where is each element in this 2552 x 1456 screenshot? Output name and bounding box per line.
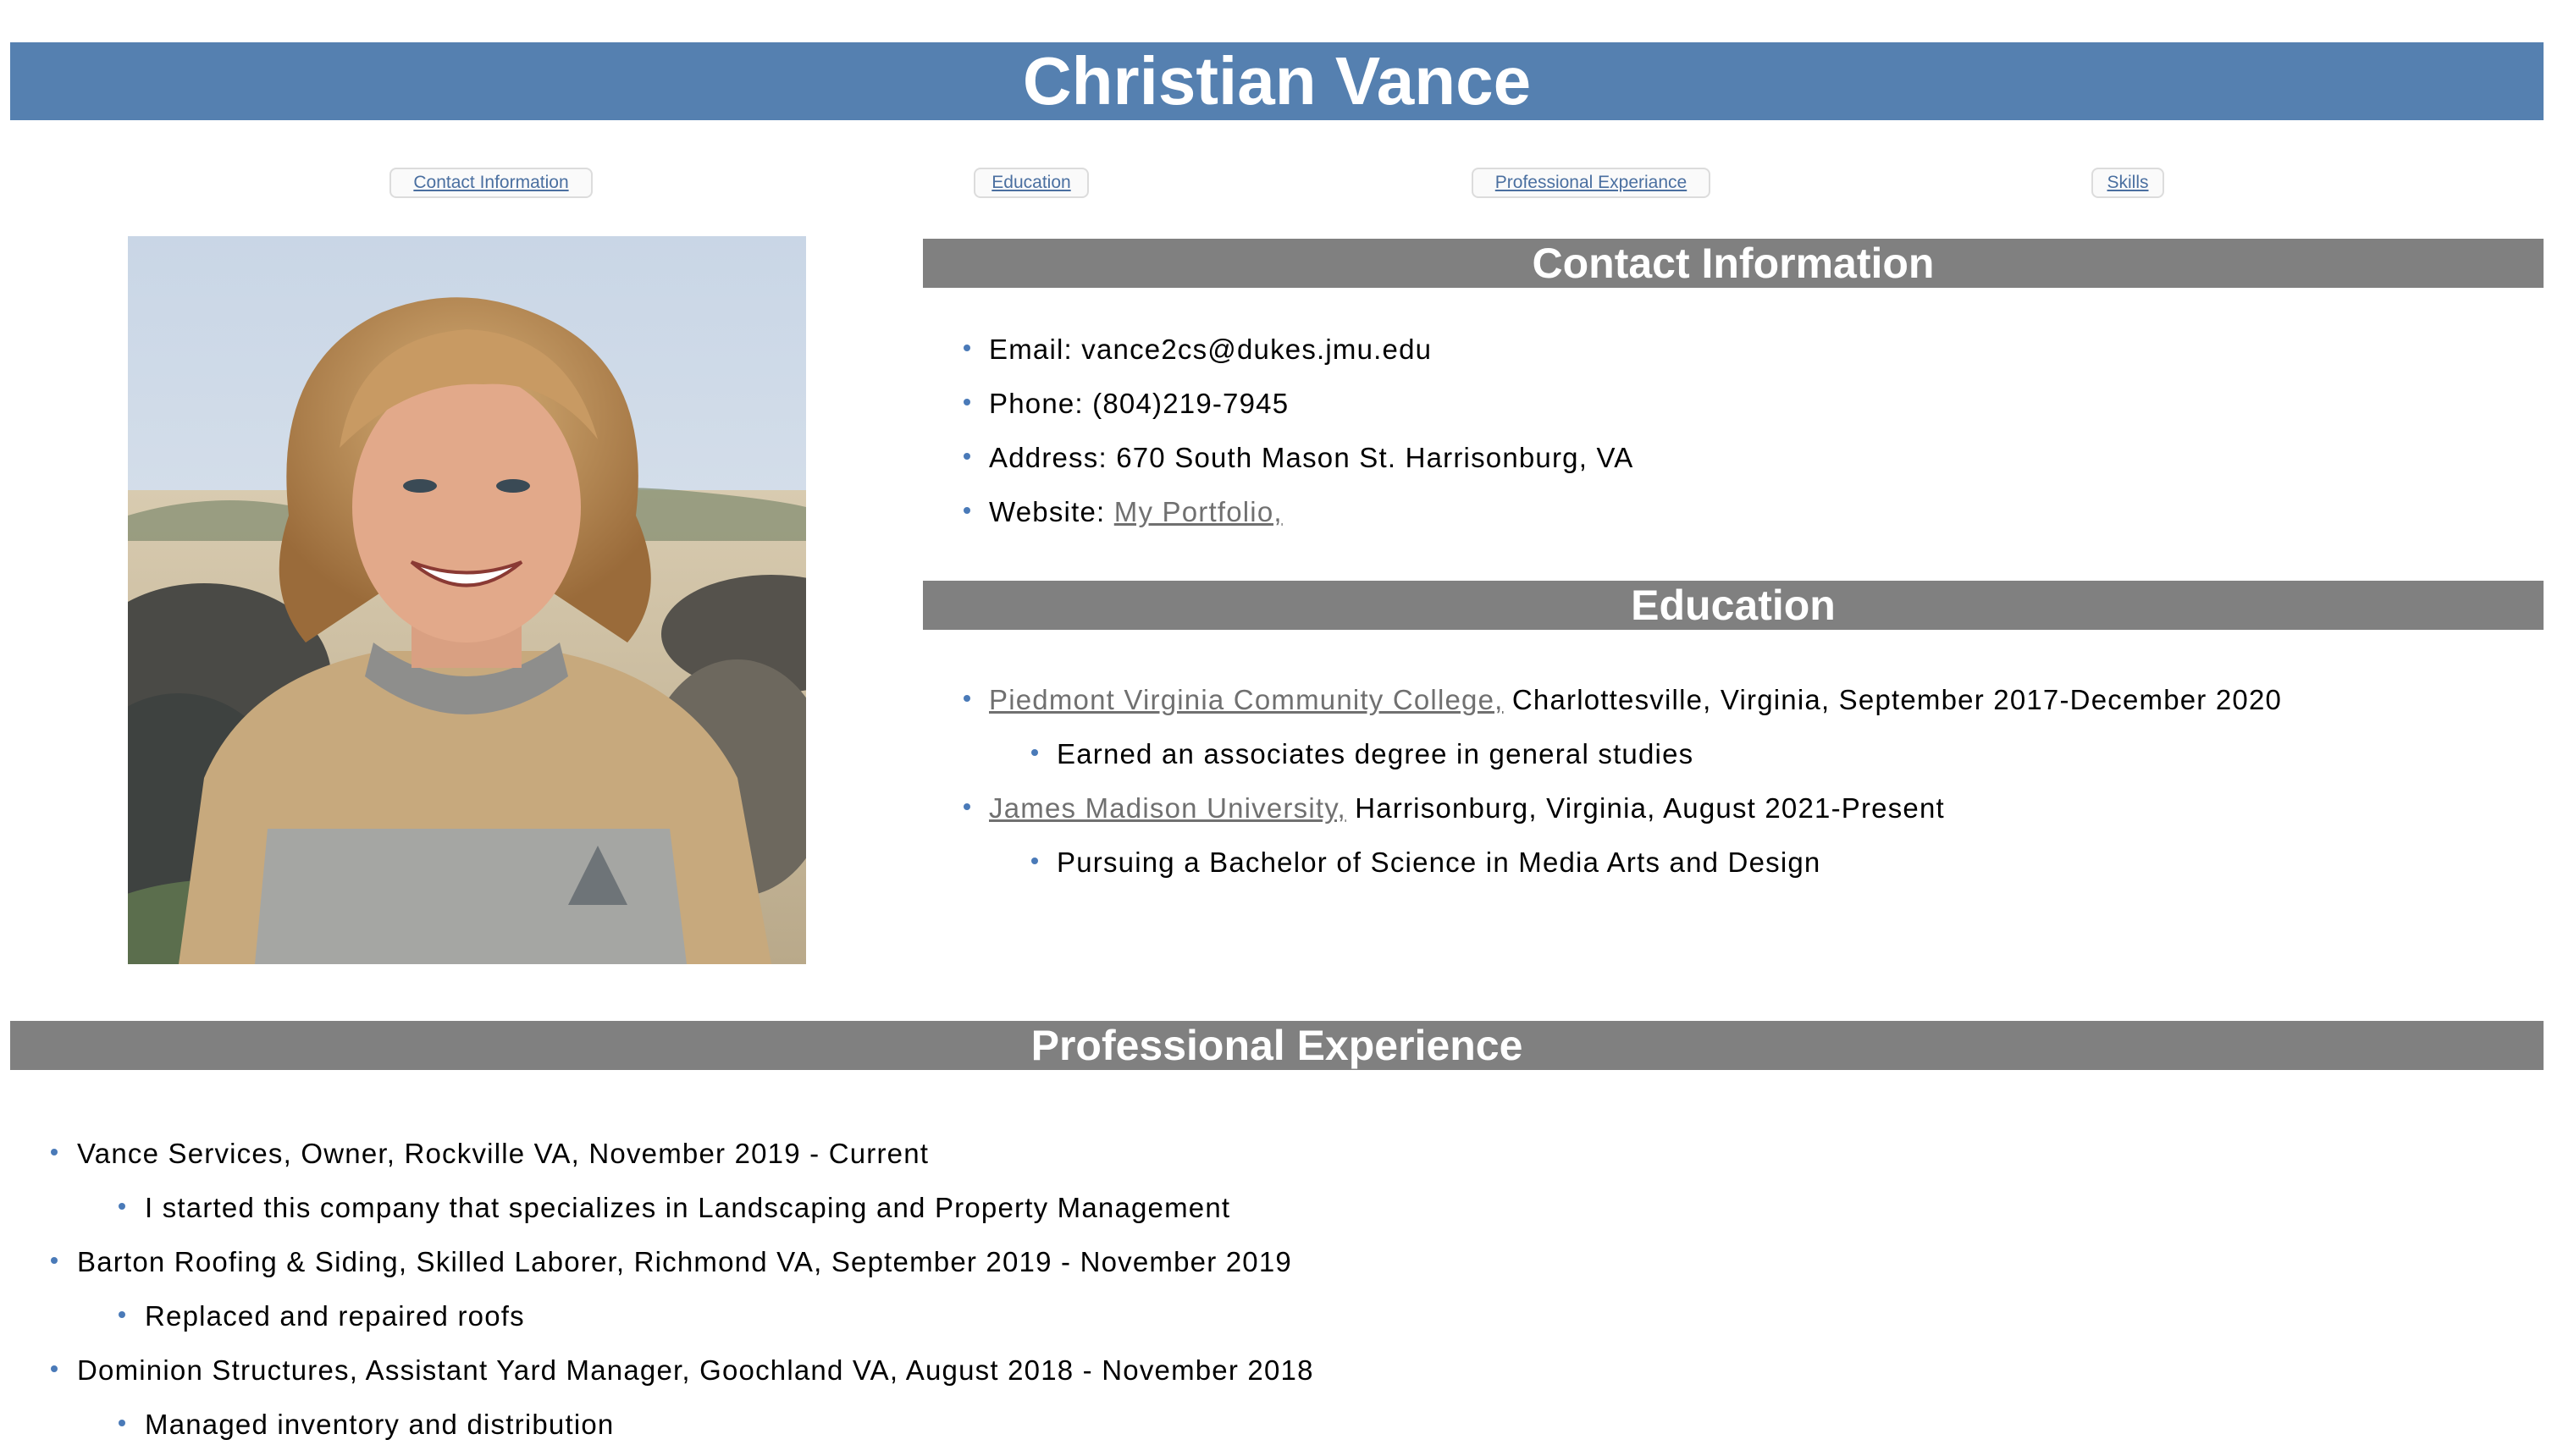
contact-section-header: Contact Information bbox=[923, 239, 2544, 288]
website-label: Website: bbox=[989, 496, 1114, 527]
bullet bbox=[119, 1203, 125, 1210]
bullet bbox=[119, 1420, 125, 1426]
email-label: Email: bbox=[989, 334, 1082, 365]
bullet bbox=[51, 1365, 58, 1372]
email-value: vance2cs@dukes.jmu.edu bbox=[1081, 334, 1433, 365]
bullet bbox=[964, 453, 970, 460]
experience-subitem: Replaced and repaired roofs bbox=[145, 1300, 525, 1332]
nav-skills-button[interactable]: Skills bbox=[2091, 168, 2164, 198]
nav-experience-button[interactable]: Professional Experiance bbox=[1472, 168, 1710, 198]
education-item: James Madison University, Harrisonburg, … bbox=[989, 794, 1945, 822]
bullet bbox=[119, 1311, 125, 1318]
bullet bbox=[964, 345, 970, 351]
address-label: Address: bbox=[989, 442, 1117, 473]
bullet bbox=[51, 1257, 58, 1264]
experience-item: Barton Roofing & Siding, Skilled Laborer… bbox=[77, 1246, 1292, 1277]
education-item: Piedmont Virginia Community College, Cha… bbox=[989, 686, 2282, 714]
education-subitem: Earned an associates degree in general s… bbox=[1057, 738, 1694, 769]
contact-phone: Phone: (804)219-7945 bbox=[989, 389, 1289, 417]
jmu-link[interactable]: James Madison University, bbox=[989, 792, 1346, 824]
contact-heading: Contact Information bbox=[1532, 240, 1935, 287]
phone-value: (804)219-7945 bbox=[1092, 388, 1290, 419]
nav-education-button[interactable]: Education bbox=[974, 168, 1089, 198]
address-value: 670 South Mason St. Harrisonburg, VA bbox=[1116, 442, 1634, 473]
experience-section-header: Professional Experience bbox=[10, 1021, 2544, 1070]
phone-label: Phone: bbox=[989, 388, 1093, 419]
name-banner: Christian Vance bbox=[10, 42, 2544, 120]
experience-item: Dominion Structures, Assistant Yard Mana… bbox=[77, 1354, 1314, 1386]
education-details: Harrisonburg, Virginia, August 2021-Pres… bbox=[1345, 792, 1945, 824]
bullet bbox=[964, 695, 970, 702]
experience-item: Vance Services, Owner, Rockville VA, Nov… bbox=[77, 1138, 930, 1169]
experience-subitem: Managed inventory and distribution bbox=[145, 1409, 615, 1440]
nav-contact-button[interactable]: Contact Information bbox=[389, 168, 593, 198]
education-subitem: Pursuing a Bachelor of Science in Media … bbox=[1057, 847, 1821, 878]
bullet bbox=[1031, 858, 1038, 864]
bullet bbox=[51, 1149, 58, 1155]
portfolio-link[interactable]: My Portfolio, bbox=[1114, 496, 1283, 527]
education-section-header: Education bbox=[923, 581, 2544, 630]
experience-subitem: I started this company that specializes … bbox=[145, 1192, 1231, 1223]
education-heading: Education bbox=[1631, 582, 1836, 629]
contact-email: Email: vance2cs@dukes.jmu.edu bbox=[989, 335, 1432, 363]
page-title: Christian Vance bbox=[1022, 43, 1532, 119]
experience-heading: Professional Experience bbox=[1030, 1022, 1523, 1069]
bullet bbox=[964, 507, 970, 514]
contact-website: Website: My Portfolio, bbox=[989, 498, 1283, 526]
bullet bbox=[964, 399, 970, 405]
bullet bbox=[1031, 749, 1038, 756]
bullet bbox=[964, 803, 970, 810]
contact-address: Address: 670 South Mason St. Harrisonbur… bbox=[989, 444, 1633, 472]
profile-photo bbox=[128, 236, 806, 964]
education-details: Charlottesville, Virginia, September 201… bbox=[1503, 684, 2283, 715]
pvcc-link[interactable]: Piedmont Virginia Community College, bbox=[989, 684, 1504, 715]
